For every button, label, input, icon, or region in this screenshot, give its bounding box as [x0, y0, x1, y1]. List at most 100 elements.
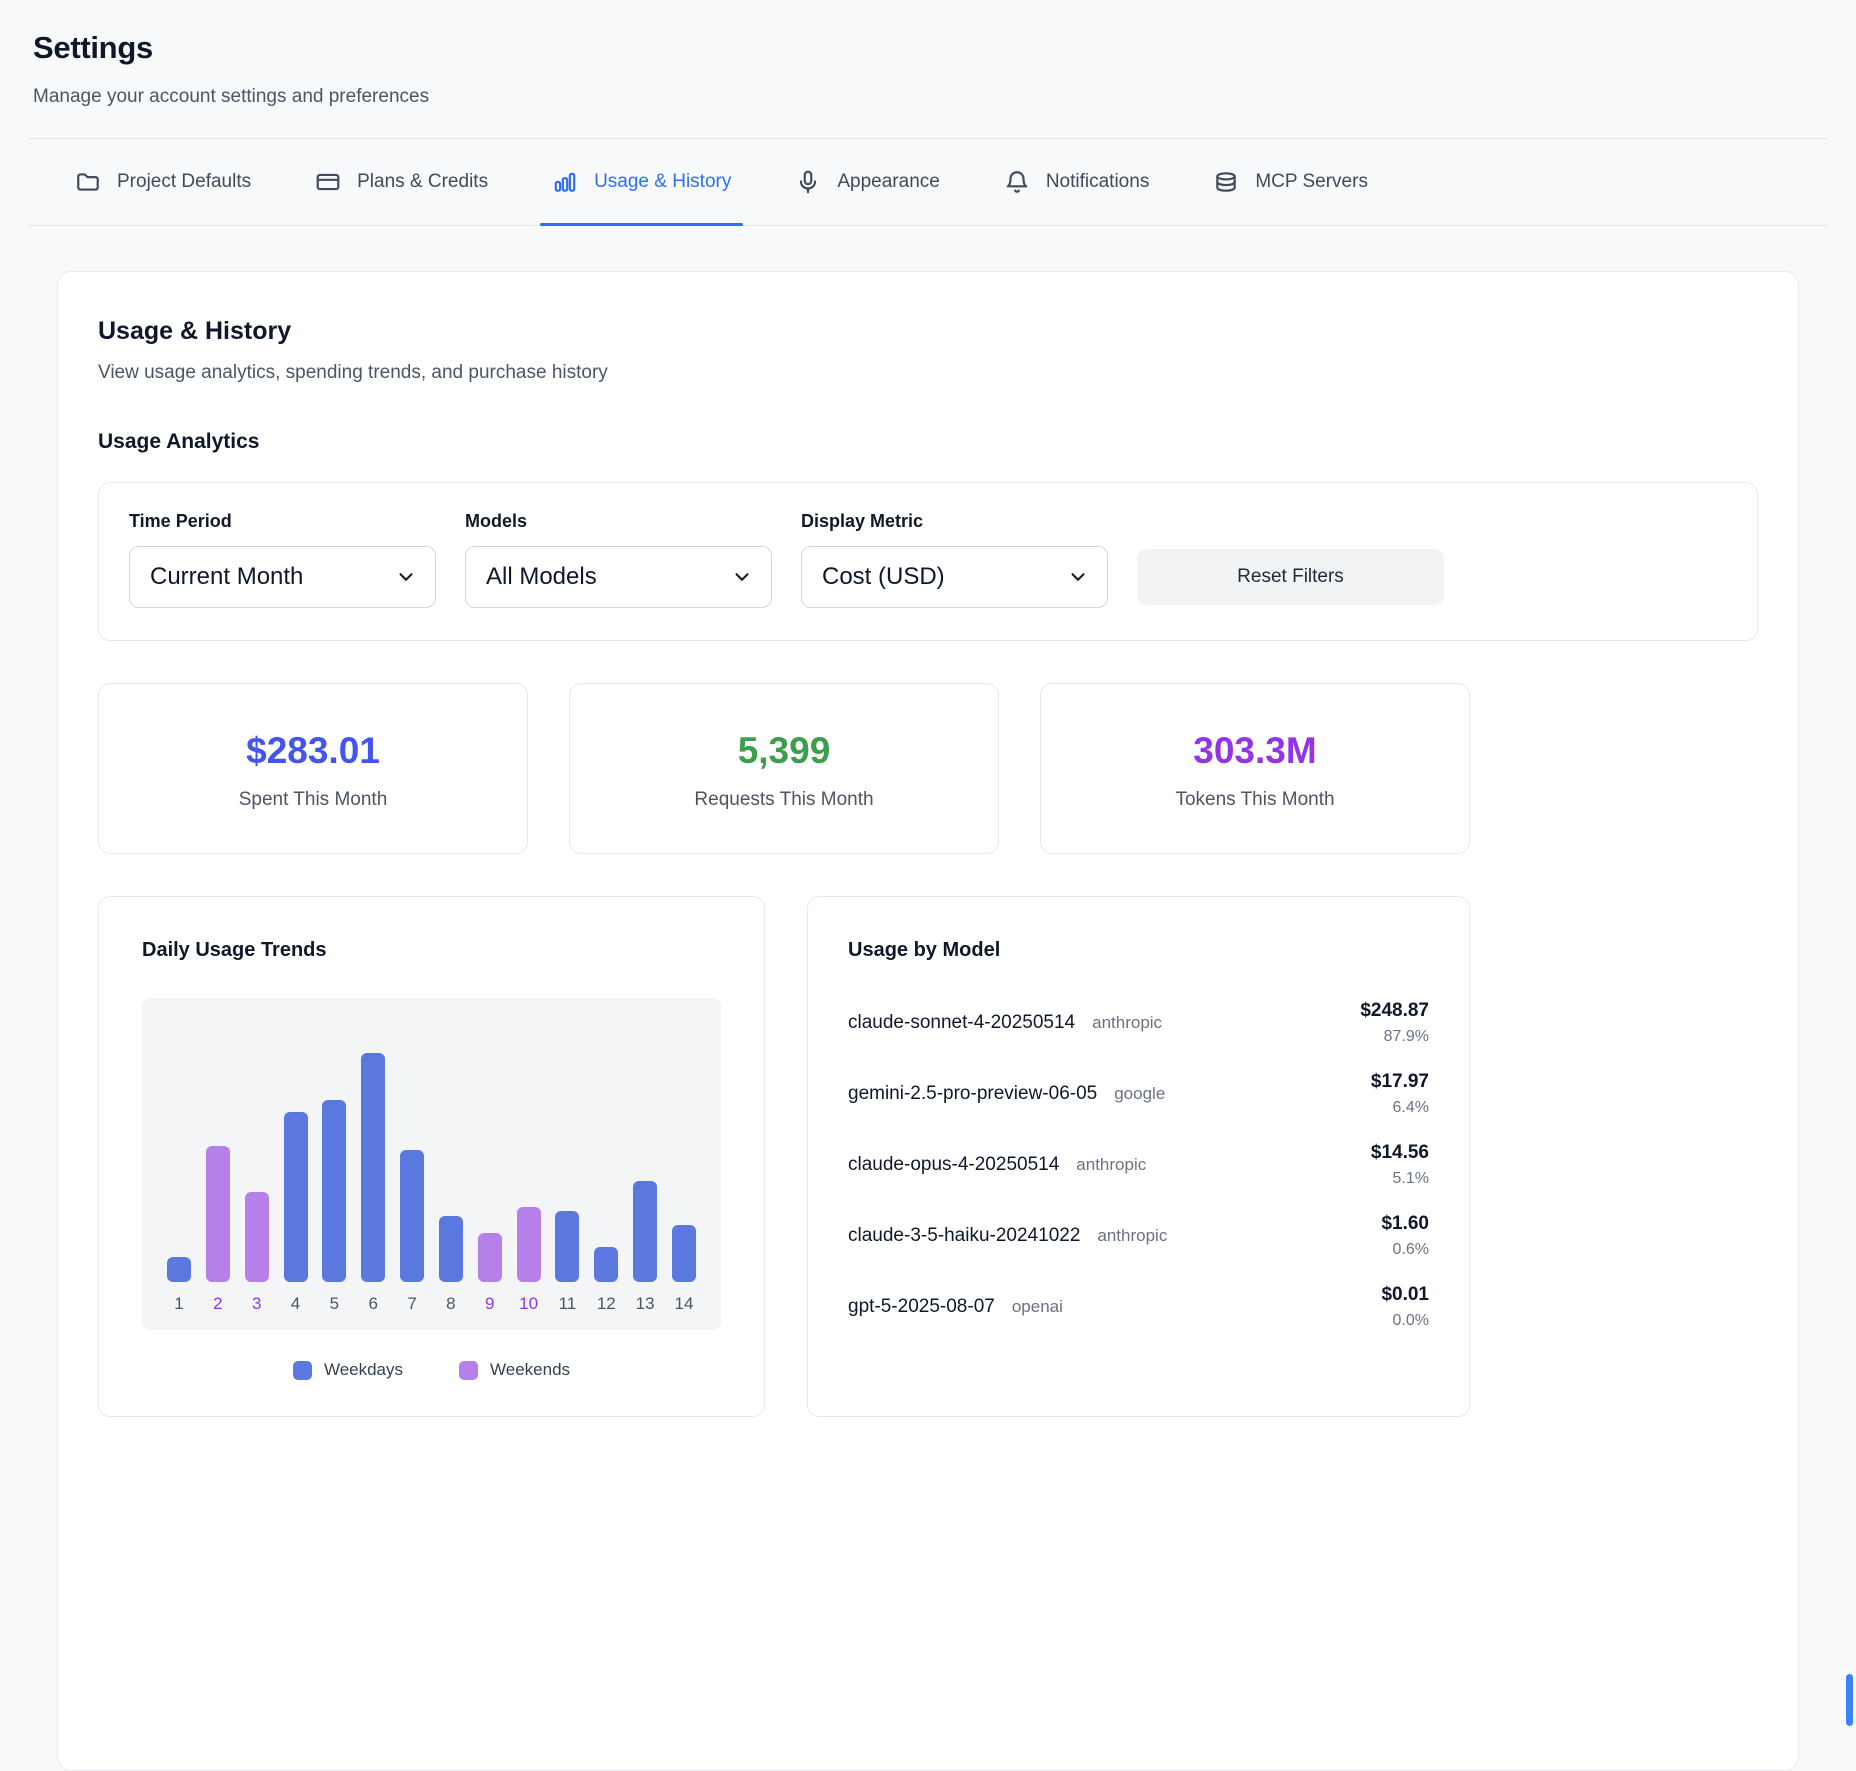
tab-notifications[interactable]: Notifications — [1004, 139, 1150, 225]
section-title: Usage & History — [98, 317, 1758, 346]
credit-card-icon — [315, 169, 341, 195]
time-period-select[interactable]: Current Month — [129, 546, 436, 608]
x-tick-label: 2 — [205, 1294, 231, 1314]
page-title: Settings — [33, 30, 1856, 66]
model-cost: $248.87 — [1360, 1000, 1429, 1022]
display-metric-label: Display Metric — [801, 511, 1108, 532]
page-subtitle: Manage your account settings and prefere… — [33, 86, 1856, 108]
stats-row: $283.01 Spent This Month 5,399 Requests … — [98, 683, 1472, 854]
usage-bar-day-2 — [205, 1146, 231, 1282]
chart-x-axis-labels: 1234567891011121314 — [166, 1294, 697, 1314]
tab-project-defaults[interactable]: Project Defaults — [75, 139, 251, 225]
legend-label: Weekdays — [324, 1360, 403, 1380]
settings-tab-bar: Project Defaults Plans & Credits Usage &… — [28, 139, 1828, 226]
model-provider: openai — [1012, 1297, 1063, 1317]
usage-bar-day-7 — [399, 1150, 425, 1282]
model-percent: 0.0% — [1381, 1312, 1429, 1330]
x-tick-label: 12 — [593, 1294, 619, 1314]
model-provider: anthropic — [1076, 1155, 1146, 1175]
models-filter: Models All Models — [465, 511, 772, 608]
model-cost: $17.97 — [1371, 1071, 1429, 1093]
tab-label: Usage & History — [594, 171, 731, 193]
tab-appearance[interactable]: Appearance — [795, 139, 939, 225]
model-provider: anthropic — [1097, 1226, 1167, 1246]
x-tick-label: 14 — [671, 1294, 697, 1314]
weekdays-swatch — [293, 1361, 312, 1380]
bar — [672, 1225, 696, 1282]
bar — [400, 1150, 424, 1282]
reset-filters-button[interactable]: Reset Filters — [1137, 549, 1444, 605]
x-tick-label: 5 — [321, 1294, 347, 1314]
x-tick-label: 8 — [438, 1294, 464, 1314]
model-cost: $0.01 — [1381, 1284, 1429, 1306]
usage-bar-day-8 — [438, 1216, 464, 1282]
x-tick-label: 11 — [554, 1294, 580, 1314]
chevron-down-icon — [395, 566, 417, 588]
usage-by-model-list: claude-sonnet-4-20250514anthropic$248.87… — [848, 998, 1429, 1332]
usage-analytics-heading: Usage Analytics — [98, 430, 1758, 454]
section-subtitle: View usage analytics, spending trends, a… — [98, 362, 1758, 384]
tab-label: Notifications — [1046, 171, 1150, 193]
filter-panel: Time Period Current Month Models All Mod… — [98, 482, 1758, 641]
tab-plans-credits[interactable]: Plans & Credits — [315, 139, 488, 225]
model-percent: 0.6% — [1381, 1241, 1429, 1259]
x-tick-label: 7 — [399, 1294, 425, 1314]
bar — [284, 1112, 308, 1282]
bar — [361, 1053, 385, 1282]
bar — [245, 1192, 269, 1282]
bar — [478, 1233, 502, 1282]
x-tick-label: 6 — [360, 1294, 386, 1314]
weekends-swatch — [459, 1361, 478, 1380]
tab-mcp-servers[interactable]: MCP Servers — [1213, 139, 1368, 225]
scrollbar-thumb[interactable] — [1846, 1674, 1853, 1726]
model-percent: 6.4% — [1371, 1099, 1429, 1117]
usage-history-card: Usage & History View usage analytics, sp… — [57, 271, 1799, 1771]
models-label: Models — [465, 511, 772, 532]
x-tick-label: 9 — [477, 1294, 503, 1314]
legend-label: Weekends — [490, 1360, 570, 1380]
usage-bar-day-4 — [283, 1112, 309, 1282]
chart-bars — [166, 1032, 697, 1282]
model-name: gemini-2.5-pro-preview-06-05 — [848, 1083, 1097, 1105]
requests-label: Requests This Month — [570, 789, 998, 811]
models-select[interactable]: All Models — [465, 546, 772, 608]
time-period-value: Current Month — [150, 563, 303, 591]
x-tick-label: 1 — [166, 1294, 192, 1314]
stat-card-tokens: 303.3M Tokens This Month — [1040, 683, 1470, 854]
display-metric-select[interactable]: Cost (USD) — [801, 546, 1108, 608]
x-tick-label: 13 — [632, 1294, 658, 1314]
model-provider: anthropic — [1092, 1013, 1162, 1033]
model-name: claude-3-5-haiku-20241022 — [848, 1225, 1080, 1247]
usage-bar-day-14 — [671, 1225, 697, 1282]
tokens-label: Tokens This Month — [1041, 789, 1469, 811]
model-usage-row: claude-3-5-haiku-20241022 anthropic $1.60 0… — [848, 1211, 1429, 1261]
server-stack-icon — [1213, 169, 1239, 195]
time-period-filter: Time Period Current Month — [129, 511, 436, 608]
legend-item-weekends: Weekends — [459, 1360, 570, 1380]
model-percent: 5.1% — [1371, 1170, 1429, 1188]
stat-card-spent: $283.01 Spent This Month — [98, 683, 528, 854]
model-percent: 87.9% — [1360, 1028, 1429, 1046]
spent-value: $283.01 — [99, 730, 527, 772]
model-cost: $1.60 — [1381, 1213, 1429, 1235]
usage-bar-day-9 — [477, 1233, 503, 1282]
daily-usage-chart: 1234567891011121314 — [142, 998, 721, 1330]
model-usage-row: claude-opus-4-20250514anthropic$14.565.1… — [848, 1140, 1429, 1190]
tab-usage-history[interactable]: Usage & History — [552, 139, 731, 225]
usage-bar-day-13 — [632, 1181, 658, 1282]
tab-label: Plans & Credits — [357, 171, 488, 193]
microphone-icon — [795, 169, 821, 195]
model-name: claude-opus-4-20250514 — [848, 1154, 1059, 1176]
display-metric-value: Cost (USD) — [822, 563, 945, 591]
bar — [439, 1216, 463, 1282]
time-period-label: Time Period — [129, 511, 436, 532]
bar — [594, 1247, 618, 1282]
usage-bar-day-11 — [554, 1211, 580, 1282]
panels-row: Daily Usage Trends 1234567891011121314 W… — [98, 896, 1758, 1417]
x-tick-label: 10 — [516, 1294, 542, 1314]
x-tick-label: 3 — [244, 1294, 270, 1314]
bar-chart-icon — [552, 169, 578, 195]
bar — [322, 1100, 346, 1282]
bar — [167, 1257, 191, 1282]
usage-bar-day-3 — [244, 1192, 270, 1282]
